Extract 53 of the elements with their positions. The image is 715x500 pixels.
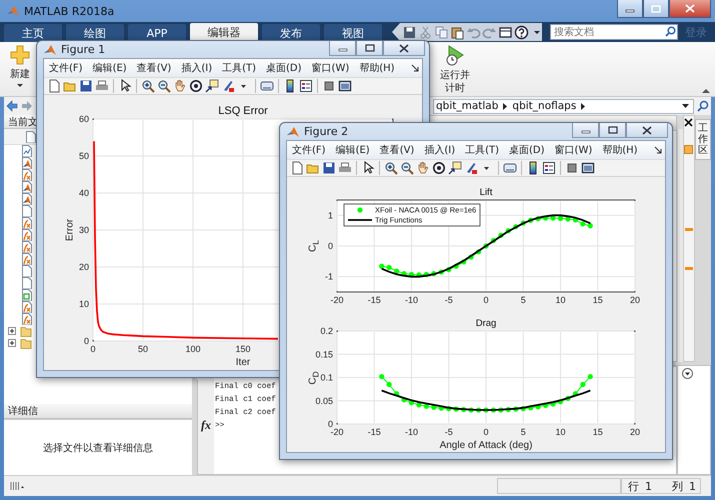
tick-label: 30 (78, 225, 89, 235)
chart-title: Drag (476, 318, 496, 329)
tick-label: -1 (324, 272, 333, 282)
panel-title: 当前文 (8, 116, 38, 128)
tick-label: 50 (78, 151, 89, 161)
tick-label: 10 (78, 299, 89, 309)
tick-label: 15 (592, 427, 603, 437)
tick-label: 40 (78, 188, 89, 198)
tick-label: -10 (405, 427, 418, 437)
status-value: 1 (689, 480, 696, 492)
tick-label: 0 (484, 427, 488, 437)
x-axis-label: Iter (236, 357, 250, 368)
tick-label: 0.15 (315, 349, 333, 360)
tick-label: 0.1 (320, 372, 333, 382)
tick-label: -5 (444, 295, 453, 305)
tick-label: 100 (185, 344, 201, 354)
details-message: 选择文件以查看详细信息 (43, 442, 153, 454)
tick-label: -15 (368, 427, 381, 437)
tick-label: 0.05 (315, 396, 333, 406)
tick-label: 0 (84, 336, 89, 346)
tick-label: 5 (520, 295, 526, 305)
tick-label: 50 (138, 344, 148, 354)
tick-label: 0 (90, 344, 96, 354)
tick-label: 20 (78, 262, 89, 272)
figure-title: Figure 1 (61, 43, 106, 56)
tick-label: 0 (328, 241, 333, 251)
tick-label: 1 (328, 210, 333, 220)
tick-label: 10 (556, 427, 566, 437)
status-label: 列 (672, 478, 683, 494)
y-axis-label: Error (64, 218, 76, 242)
tick-label: 0.2 (320, 326, 333, 336)
panel-title: 详细信 (8, 404, 38, 418)
status-label: 行 (628, 478, 639, 494)
tick-label: 60 (78, 114, 89, 124)
tick-label: -20 (330, 427, 344, 437)
tick-label: -5 (444, 427, 453, 437)
chart-title: LSQ Error (218, 105, 268, 117)
chart-title: Lift (480, 187, 492, 198)
tick-label: 150 (235, 344, 251, 354)
tick-label: 0 (484, 295, 488, 305)
status-value: 1 (645, 480, 652, 492)
figure-title: Figure 2 (304, 125, 348, 138)
tick-label: -10 (405, 295, 418, 305)
tick-label: 0 (328, 419, 333, 429)
x-axis-label: Angle of Attack (deg) (440, 440, 532, 451)
tick-label: 5 (520, 427, 526, 437)
tick-label: -15 (368, 295, 381, 305)
window-title: MATLAB R2018a (24, 4, 114, 18)
tick-label: 20 (630, 427, 640, 437)
tick-label: 15 (592, 295, 603, 305)
tick-label: 10 (556, 295, 566, 305)
tick-label: -20 (330, 295, 344, 305)
tick-label: 20 (630, 295, 640, 305)
